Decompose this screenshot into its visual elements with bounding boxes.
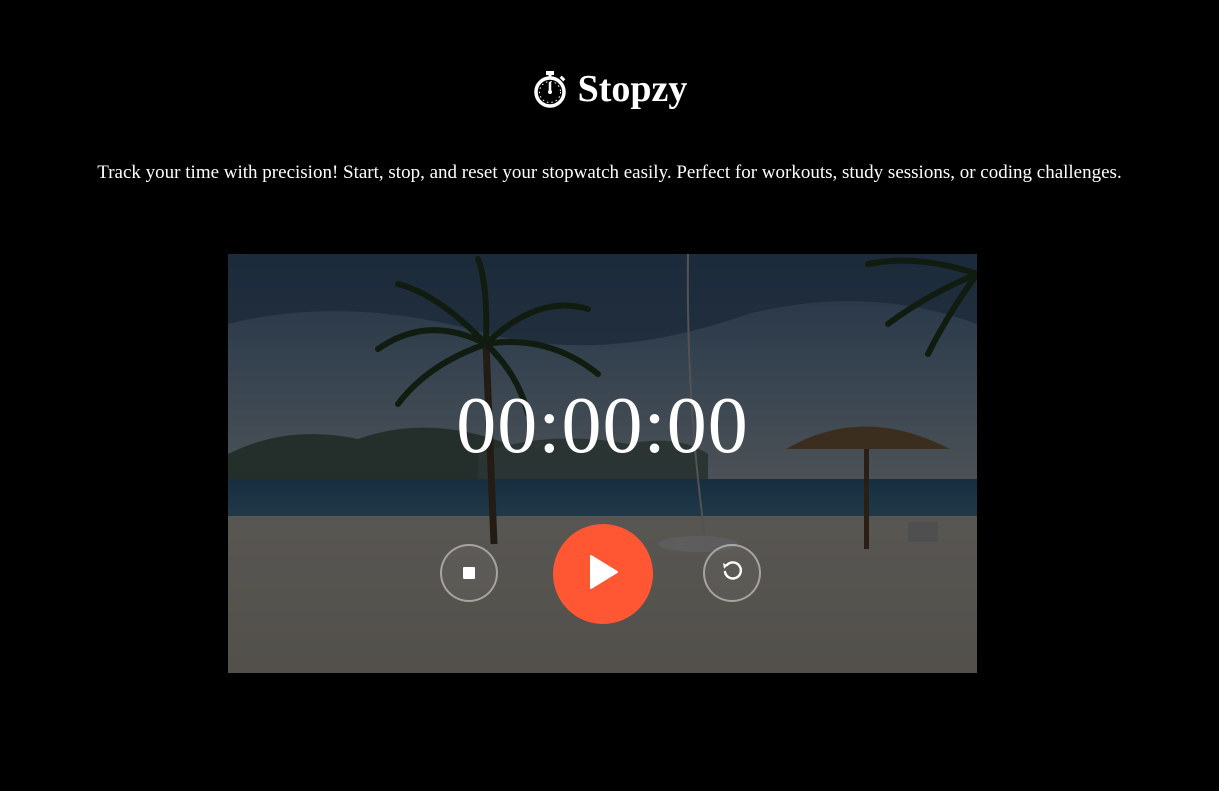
time-display: 00:00:00 [456, 382, 749, 470]
page-title: Stopzy [577, 68, 688, 110]
stopwatch-icon [532, 69, 568, 109]
play-icon [586, 553, 620, 596]
stopwatch-controls [228, 524, 977, 624]
reset-button[interactable] [703, 544, 761, 602]
app-title-wrap: Stopzy [532, 62, 688, 116]
stop-button[interactable] [440, 544, 498, 602]
reset-icon [720, 559, 744, 588]
stop-icon [463, 567, 475, 579]
app-header: Stopzy [0, 62, 1219, 116]
play-button[interactable] [553, 524, 653, 624]
app-description: Track your time with precision! Start, s… [97, 162, 1122, 183]
stopwatch-panel: 00:00:00 [228, 254, 977, 673]
